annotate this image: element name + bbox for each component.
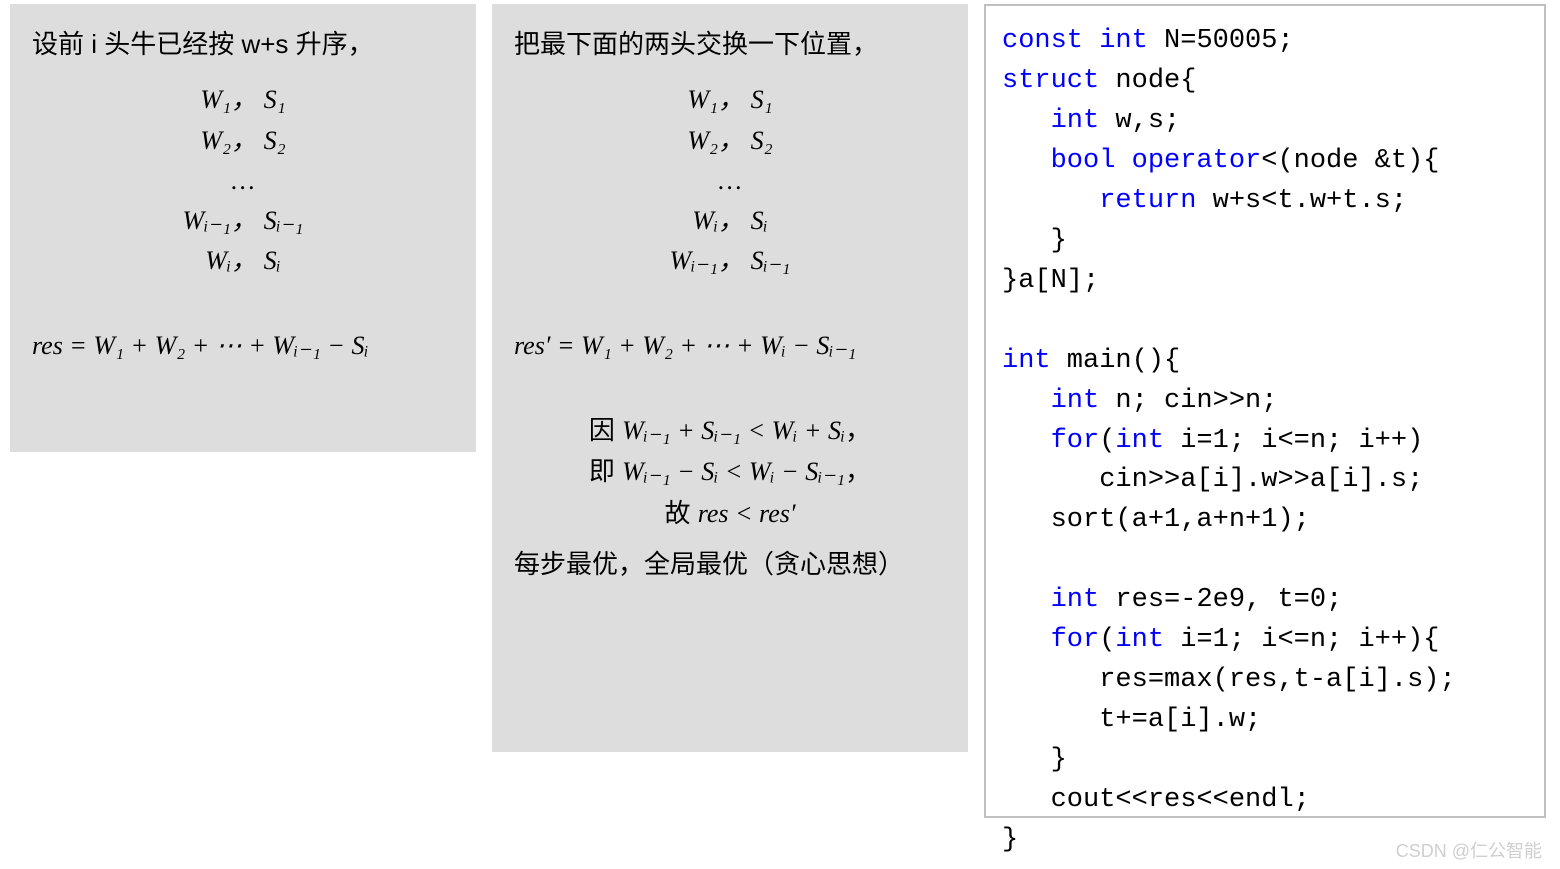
code-line-5: return w+s<t.w+t.s; <box>1002 186 1407 216</box>
mid-row-ellipsis: … <box>514 161 946 201</box>
code-line-17: res=max(res,t-a[i].s); <box>1002 665 1456 695</box>
mid-row-2: W₂， S₂ <box>514 121 946 161</box>
mid-proof-1: 因 Wᵢ₋₁ + Sᵢ₋₁ < Wᵢ + Sᵢ， <box>514 410 946 451</box>
left-row-im1: Wᵢ₋₁， Sᵢ₋₁ <box>32 201 454 241</box>
left-row-1: W₁， S₁ <box>32 80 454 120</box>
mid-row-i: Wᵢ， Sᵢ <box>514 201 946 241</box>
left-row-2: W₂， S₂ <box>32 121 454 161</box>
left-result: res = W₁ + W₂ + ⋯ + Wᵢ₋₁ − Sᵢ <box>32 326 454 366</box>
code-line-2: struct node{ <box>1002 66 1196 96</box>
code-line-18: t+=a[i].w; <box>1002 705 1261 735</box>
watermark: CSDN @仁公智能 <box>1396 837 1542 863</box>
code-line-19: } <box>1002 745 1067 775</box>
left-row-i: Wᵢ， Sᵢ <box>32 241 454 281</box>
code-line-4: bool operator<(node &t){ <box>1002 146 1439 176</box>
mid-conclusion: 每步最优，全局最优（贪心思想） <box>514 544 946 584</box>
mid-row-1: W₁， S₁ <box>514 80 946 120</box>
left-row-ellipsis: … <box>32 161 454 201</box>
mid-proof-3: 故 res < res′ <box>514 493 946 534</box>
middle-panel: 把最下面的两头交换一下位置， W₁， S₁ W₂， S₂ … Wᵢ， Sᵢ Wᵢ… <box>492 4 968 752</box>
code-line-15: int res=-2e9, t=0; <box>1002 585 1342 615</box>
code-line-12: cin>>a[i].w>>a[i].s; <box>1002 465 1423 495</box>
code-line-1: const int N=50005; <box>1002 26 1294 56</box>
code-line-21: } <box>1002 825 1018 855</box>
code-line-16: for(int i=1; i<=n; i++){ <box>1002 625 1439 655</box>
mid-title: 把最下面的两头交换一下位置， <box>514 24 946 64</box>
code-panel: const int N=50005; struct node{ int w,s;… <box>984 4 1546 818</box>
code-line-3: int w,s; <box>1002 106 1180 136</box>
code-line-9: int main(){ <box>1002 346 1180 376</box>
left-title: 设前 i 头牛已经按 w+s 升序， <box>32 24 454 64</box>
code-line-10: int n; cin>>n; <box>1002 386 1277 416</box>
mid-row-im1: Wᵢ₋₁， Sᵢ₋₁ <box>514 241 946 281</box>
code-line-6: } <box>1002 226 1067 256</box>
code-line-20: cout<<res<<endl; <box>1002 785 1310 815</box>
mid-proof-2: 即 Wᵢ₋₁ − Sᵢ < Wᵢ − Sᵢ₋₁， <box>514 451 946 492</box>
code-line-7: }a[N]; <box>1002 266 1099 296</box>
code-line-11: for(int i=1; i<=n; i++) <box>1002 426 1423 456</box>
code-line-13: sort(a+1,a+n+1); <box>1002 505 1310 535</box>
mid-result: res′ = W₁ + W₂ + ⋯ + Wᵢ − Sᵢ₋₁ <box>514 326 946 366</box>
left-panel: 设前 i 头牛已经按 w+s 升序， W₁， S₁ W₂， S₂ … Wᵢ₋₁，… <box>10 4 476 452</box>
